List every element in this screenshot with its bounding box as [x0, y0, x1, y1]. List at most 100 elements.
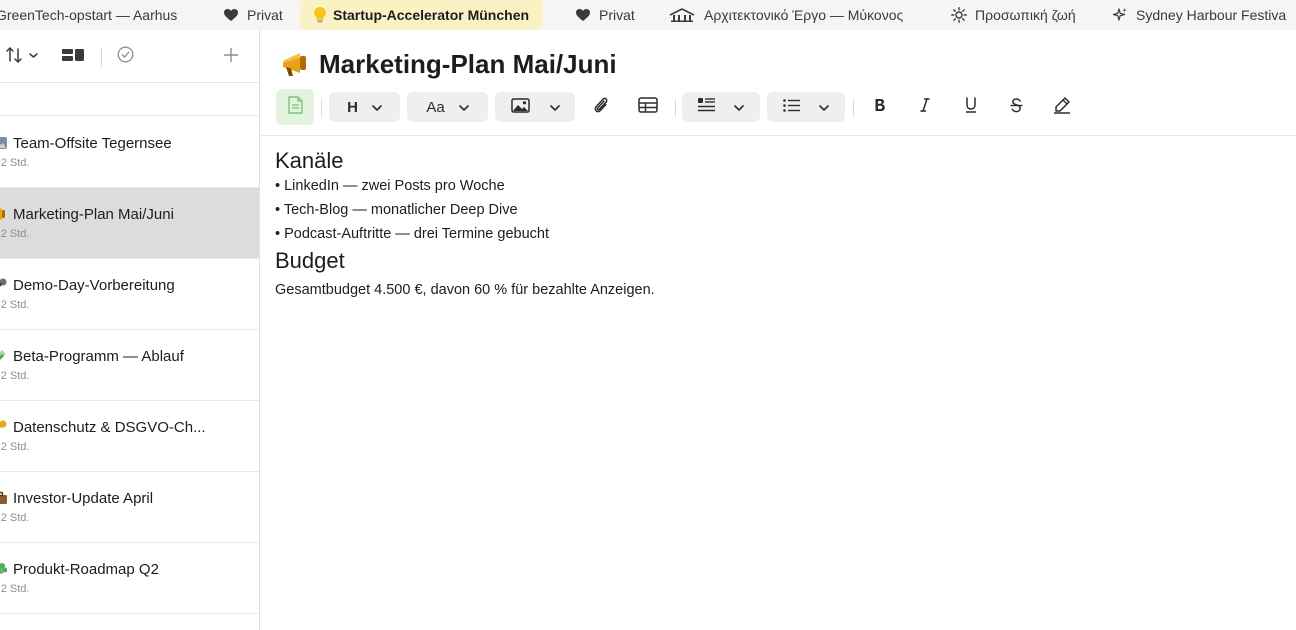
- image-icon: [510, 97, 530, 117]
- highlighter-pen-icon: [1053, 96, 1071, 118]
- table-button[interactable]: [634, 92, 662, 122]
- note-item[interactable]: Demo-Day-Vorbereitung r 2 Std.: [0, 259, 259, 330]
- add-note-button[interactable]: [223, 46, 239, 68]
- tab-startup-accelerator[interactable]: Startup-Accelerator München: [300, 0, 544, 30]
- sidebar-toolbar: [0, 30, 259, 83]
- tab-architecture-mykonos[interactable]: Αρχιτεκτονικό Έργο — Μύκονος: [668, 0, 903, 30]
- list-dropdown[interactable]: [767, 92, 845, 122]
- formatting-toolbar: H Aa: [261, 88, 1296, 136]
- heart-icon: [575, 7, 591, 23]
- note-editor: Marketing-Plan Mai/Juni H Aa Kanäle • Li…: [261, 30, 1296, 630]
- sun-icon: [951, 7, 967, 23]
- microphone-icon: [0, 278, 7, 292]
- note-time: r 2 Std.: [0, 299, 30, 311]
- list-item: • Podcast-Auftritte — drei Termine gebuc…: [275, 226, 549, 242]
- note-title: Demo-Day-Vorbereitung: [13, 277, 175, 294]
- sparkle-icon: [1112, 7, 1128, 23]
- heading-label: H: [347, 98, 358, 116]
- paragraph-icon: [698, 98, 716, 116]
- tab-sydney-harbour[interactable]: Sydney Harbour Festiva: [1112, 0, 1286, 30]
- view-toggle-icon: [62, 48, 84, 67]
- document-title: Marketing-Plan Mai/Juni: [281, 48, 617, 80]
- sidebar-search-area[interactable]: [0, 84, 259, 116]
- megaphone-icon: [0, 207, 7, 221]
- note-time: r 2 Std.: [0, 370, 30, 382]
- attachment-button[interactable]: [588, 92, 614, 122]
- tab-privat-1[interactable]: Privat: [223, 0, 283, 30]
- tab-label: GreenTech-opstart — Aarhus: [0, 7, 178, 23]
- note-item[interactable]: Beta-Programm — Ablauf r 2 Std.: [0, 330, 259, 401]
- tab-label: Sydney Harbour Festiva: [1136, 7, 1287, 23]
- note-title: Beta-Programm — Ablauf: [13, 348, 184, 365]
- toolbar-divider: [675, 99, 676, 117]
- italic-icon: [920, 98, 930, 116]
- bold-button[interactable]: [867, 92, 893, 122]
- italic-button[interactable]: [912, 92, 938, 122]
- tab-label: Προσωπική ζωή: [975, 7, 1076, 23]
- note-time: r 2 Std.: [0, 157, 30, 169]
- test-tube-icon: [0, 349, 7, 363]
- megaphone-icon: [281, 49, 311, 79]
- note-title: Team-Offsite Tegernsee: [13, 135, 172, 152]
- toolbar-divider: [853, 99, 854, 117]
- lightbulb-icon: [312, 7, 328, 23]
- sort-icon: [6, 46, 40, 69]
- section-heading: Budget: [275, 248, 345, 273]
- font-dropdown[interactable]: Aa: [407, 92, 488, 122]
- heart-icon: [223, 7, 239, 23]
- note-title: Datenschutz & DSGVO-Ch...: [13, 419, 206, 436]
- check-button[interactable]: [117, 46, 134, 68]
- list-icon: [783, 98, 801, 116]
- tab-label: Privat: [599, 7, 635, 23]
- document-view-button[interactable]: [276, 89, 314, 125]
- clover-icon: [0, 562, 8, 576]
- list-item: • Tech-Blog — monatlicher Deep Dive: [275, 202, 518, 218]
- toolbar-divider: [321, 99, 322, 117]
- key-icon: [0, 420, 7, 434]
- strikethrough-icon: [1010, 97, 1023, 117]
- mountain-icon: [0, 136, 7, 150]
- note-item[interactable]: Team-Offsite Tegernsee r 2 Std.: [0, 117, 259, 188]
- chevron-down-icon: [372, 99, 382, 116]
- notes-sidebar: Team-Offsite Tegernsee r 2 Std. Marketin…: [0, 30, 260, 630]
- underline-button[interactable]: [958, 92, 984, 122]
- paperclip-icon: [593, 96, 609, 118]
- toolbar-divider: [101, 47, 102, 67]
- note-item-selected[interactable]: Marketing-Plan Mai/Juni r 2 Std.: [0, 188, 259, 259]
- tab-privat-2[interactable]: Privat: [575, 0, 635, 30]
- strikethrough-button[interactable]: [1003, 92, 1029, 122]
- view-toggle-button[interactable]: [62, 46, 84, 68]
- page-title[interactable]: Marketing-Plan Mai/Juni: [319, 49, 617, 80]
- note-time: r 2 Std.: [0, 512, 30, 524]
- list-item: • LinkedIn — zwei Posts pro Woche: [275, 178, 505, 194]
- image-dropdown[interactable]: [495, 92, 575, 122]
- building-icon: [668, 7, 696, 23]
- tab-label: Privat: [247, 7, 283, 23]
- paragraph-style-dropdown[interactable]: [682, 92, 760, 122]
- tab-bar: GreenTech-opstart — Aarhus Privat Startu…: [0, 0, 1296, 30]
- briefcase-icon: [0, 491, 7, 505]
- plus-icon: [223, 47, 239, 68]
- note-time: r 2 Std.: [0, 228, 30, 240]
- section-heading: Kanäle: [275, 148, 344, 173]
- sort-button[interactable]: [6, 46, 40, 68]
- tab-greentech-aarhus[interactable]: GreenTech-opstart — Aarhus: [0, 0, 177, 30]
- note-item[interactable]: Datenschutz & DSGVO-Ch... r 2 Std.: [0, 401, 259, 472]
- highlight-button[interactable]: [1049, 92, 1075, 122]
- chevron-down-icon: [819, 99, 829, 116]
- note-content[interactable]: Kanäle • LinkedIn — zwei Posts pro Woche…: [275, 148, 1275, 302]
- note-item[interactable]: Investor-Update April r 2 Std.: [0, 472, 259, 543]
- heading-dropdown[interactable]: H: [329, 92, 400, 122]
- note-item[interactable]: Produkt-Roadmap Q2 r 2 Std.: [0, 543, 259, 614]
- paragraph: Gesamtbudget 4.500 €, davon 60 % für bez…: [275, 282, 655, 298]
- note-title: Produkt-Roadmap Q2: [13, 561, 159, 578]
- tab-label: Startup-Accelerator München: [333, 7, 530, 23]
- note-time: r 2 Std.: [0, 441, 30, 453]
- notes-list: Team-Offsite Tegernsee r 2 Std. Marketin…: [0, 117, 259, 614]
- note-time: r 2 Std.: [0, 583, 30, 595]
- document-icon: [287, 96, 303, 118]
- note-title: Marketing-Plan Mai/Juni: [13, 206, 174, 223]
- underline-icon: [965, 97, 977, 117]
- tab-personal-life[interactable]: Προσωπική ζωή: [951, 0, 1076, 30]
- bold-icon: [874, 98, 886, 116]
